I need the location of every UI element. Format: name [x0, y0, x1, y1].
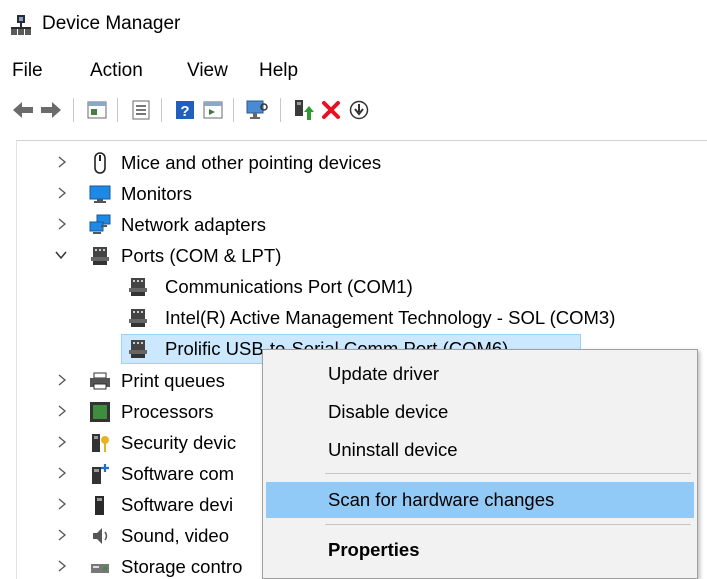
toolbar-separator	[233, 98, 234, 122]
properties-icon[interactable]	[128, 97, 154, 123]
toolbar-separator	[73, 98, 74, 122]
menu-item-uninstall-device[interactable]: Uninstall device	[266, 432, 694, 468]
chevron-right-icon[interactable]	[55, 373, 69, 387]
menu-item-label: Uninstall device	[328, 439, 458, 460]
tree-item-label: Processors	[121, 401, 214, 422]
tree-item-label: Intel(R) Active Management Technology - …	[165, 307, 616, 328]
menu-separator	[325, 473, 691, 474]
chevron-right-icon[interactable]	[55, 559, 69, 573]
menu-action[interactable]: Action	[88, 60, 145, 82]
device-manager-icon	[11, 15, 31, 35]
window-title: Device Manager	[42, 13, 181, 34]
sound-icon	[93, 528, 108, 544]
chevron-right-icon[interactable]	[55, 528, 69, 542]
show-hide-tree-icon[interactable]	[84, 97, 110, 123]
tree-item-label: Ports (COM & LPT)	[121, 245, 282, 266]
menu-item-label: Properties	[328, 539, 420, 560]
disable-download-icon[interactable]	[346, 97, 372, 123]
toolbar-separator	[280, 98, 281, 122]
toolbar-separator	[161, 98, 162, 122]
tree-item-mice[interactable]: Mice and other pointing devices	[17, 147, 707, 178]
forward-arrow-icon[interactable]	[38, 97, 64, 123]
context-menu: Update driver Disable device Uninstall d…	[262, 349, 698, 579]
chevron-right-icon[interactable]	[55, 466, 69, 480]
tree-item-monitors[interactable]: Monitors	[17, 178, 707, 209]
menu-help[interactable]: Help	[257, 60, 300, 82]
menu-item-label: Update driver	[328, 363, 440, 384]
storage-icon	[91, 564, 109, 573]
uninstall-x-icon[interactable]	[318, 97, 344, 123]
processor-icon	[90, 402, 110, 422]
mouse-icon	[94, 152, 106, 174]
run-action-icon[interactable]	[200, 97, 226, 123]
tree-item-label: Monitors	[121, 183, 192, 204]
menu-separator	[325, 524, 691, 525]
tree-item-label: Software com	[121, 463, 235, 484]
help-icon[interactable]: ?	[172, 97, 198, 123]
monitor-icon	[89, 185, 111, 203]
menu-item-update-driver[interactable]: Update driver	[266, 356, 694, 392]
tree-item-label: Software devi	[121, 494, 234, 515]
menu-view[interactable]: View	[185, 60, 230, 82]
security-device-icon	[92, 434, 109, 452]
toolbar: ?	[0, 92, 707, 130]
back-arrow-icon[interactable]	[10, 97, 36, 123]
menu-item-label: Disable device	[328, 401, 449, 422]
tree-item-com1[interactable]: Communications Port (COM1)	[17, 271, 707, 302]
port-icon	[129, 340, 147, 358]
scan-monitor-icon[interactable]	[244, 97, 270, 123]
tree-item-label: Print queues	[121, 370, 225, 391]
tree-item-label: Storage contro	[121, 556, 243, 577]
menu-item-scan-hardware[interactable]: Scan for hardware changes	[266, 482, 694, 518]
tree-item-label: Sound, video	[121, 525, 230, 546]
tree-item-com3[interactable]: Intel(R) Active Management Technology - …	[17, 302, 707, 333]
menu-item-label: Scan for hardware changes	[328, 489, 555, 510]
menu-item-properties[interactable]: Properties	[266, 532, 694, 568]
tree-item-ports[interactable]: Ports (COM & LPT)	[17, 240, 707, 271]
port-icon	[91, 247, 109, 265]
network-adapter-icon	[89, 214, 111, 234]
menu-bar: File Action View Help	[0, 52, 707, 90]
software-device-icon	[95, 496, 104, 515]
menu-item-disable-device[interactable]: Disable device	[266, 394, 694, 430]
tree-item-label: Mice and other pointing devices	[121, 152, 382, 173]
chevron-right-icon[interactable]	[55, 404, 69, 418]
tree-item-label: Security devic	[121, 432, 237, 453]
toolbar-separator	[117, 98, 118, 122]
svg-text:?: ?	[180, 103, 189, 120]
chevron-right-icon[interactable]	[55, 497, 69, 511]
title-bar: Device Manager	[0, 0, 707, 50]
tree-item-label: Network adapters	[121, 214, 266, 235]
chevron-right-icon[interactable]	[55, 217, 69, 231]
menu-file[interactable]: File	[10, 60, 45, 82]
chevron-right-icon[interactable]	[55, 435, 69, 449]
chevron-right-icon[interactable]	[55, 155, 69, 169]
tree-item-network-adapters[interactable]: Network adapters	[17, 209, 707, 240]
update-driver-icon[interactable]	[290, 97, 316, 123]
software-component-icon	[92, 464, 109, 484]
port-icon	[129, 278, 147, 296]
tree-item-label: Communications Port (COM1)	[165, 276, 413, 297]
port-icon	[129, 309, 147, 327]
chevron-down-icon[interactable]	[54, 248, 68, 262]
chevron-right-icon[interactable]	[55, 186, 69, 200]
printer-icon	[90, 372, 110, 390]
